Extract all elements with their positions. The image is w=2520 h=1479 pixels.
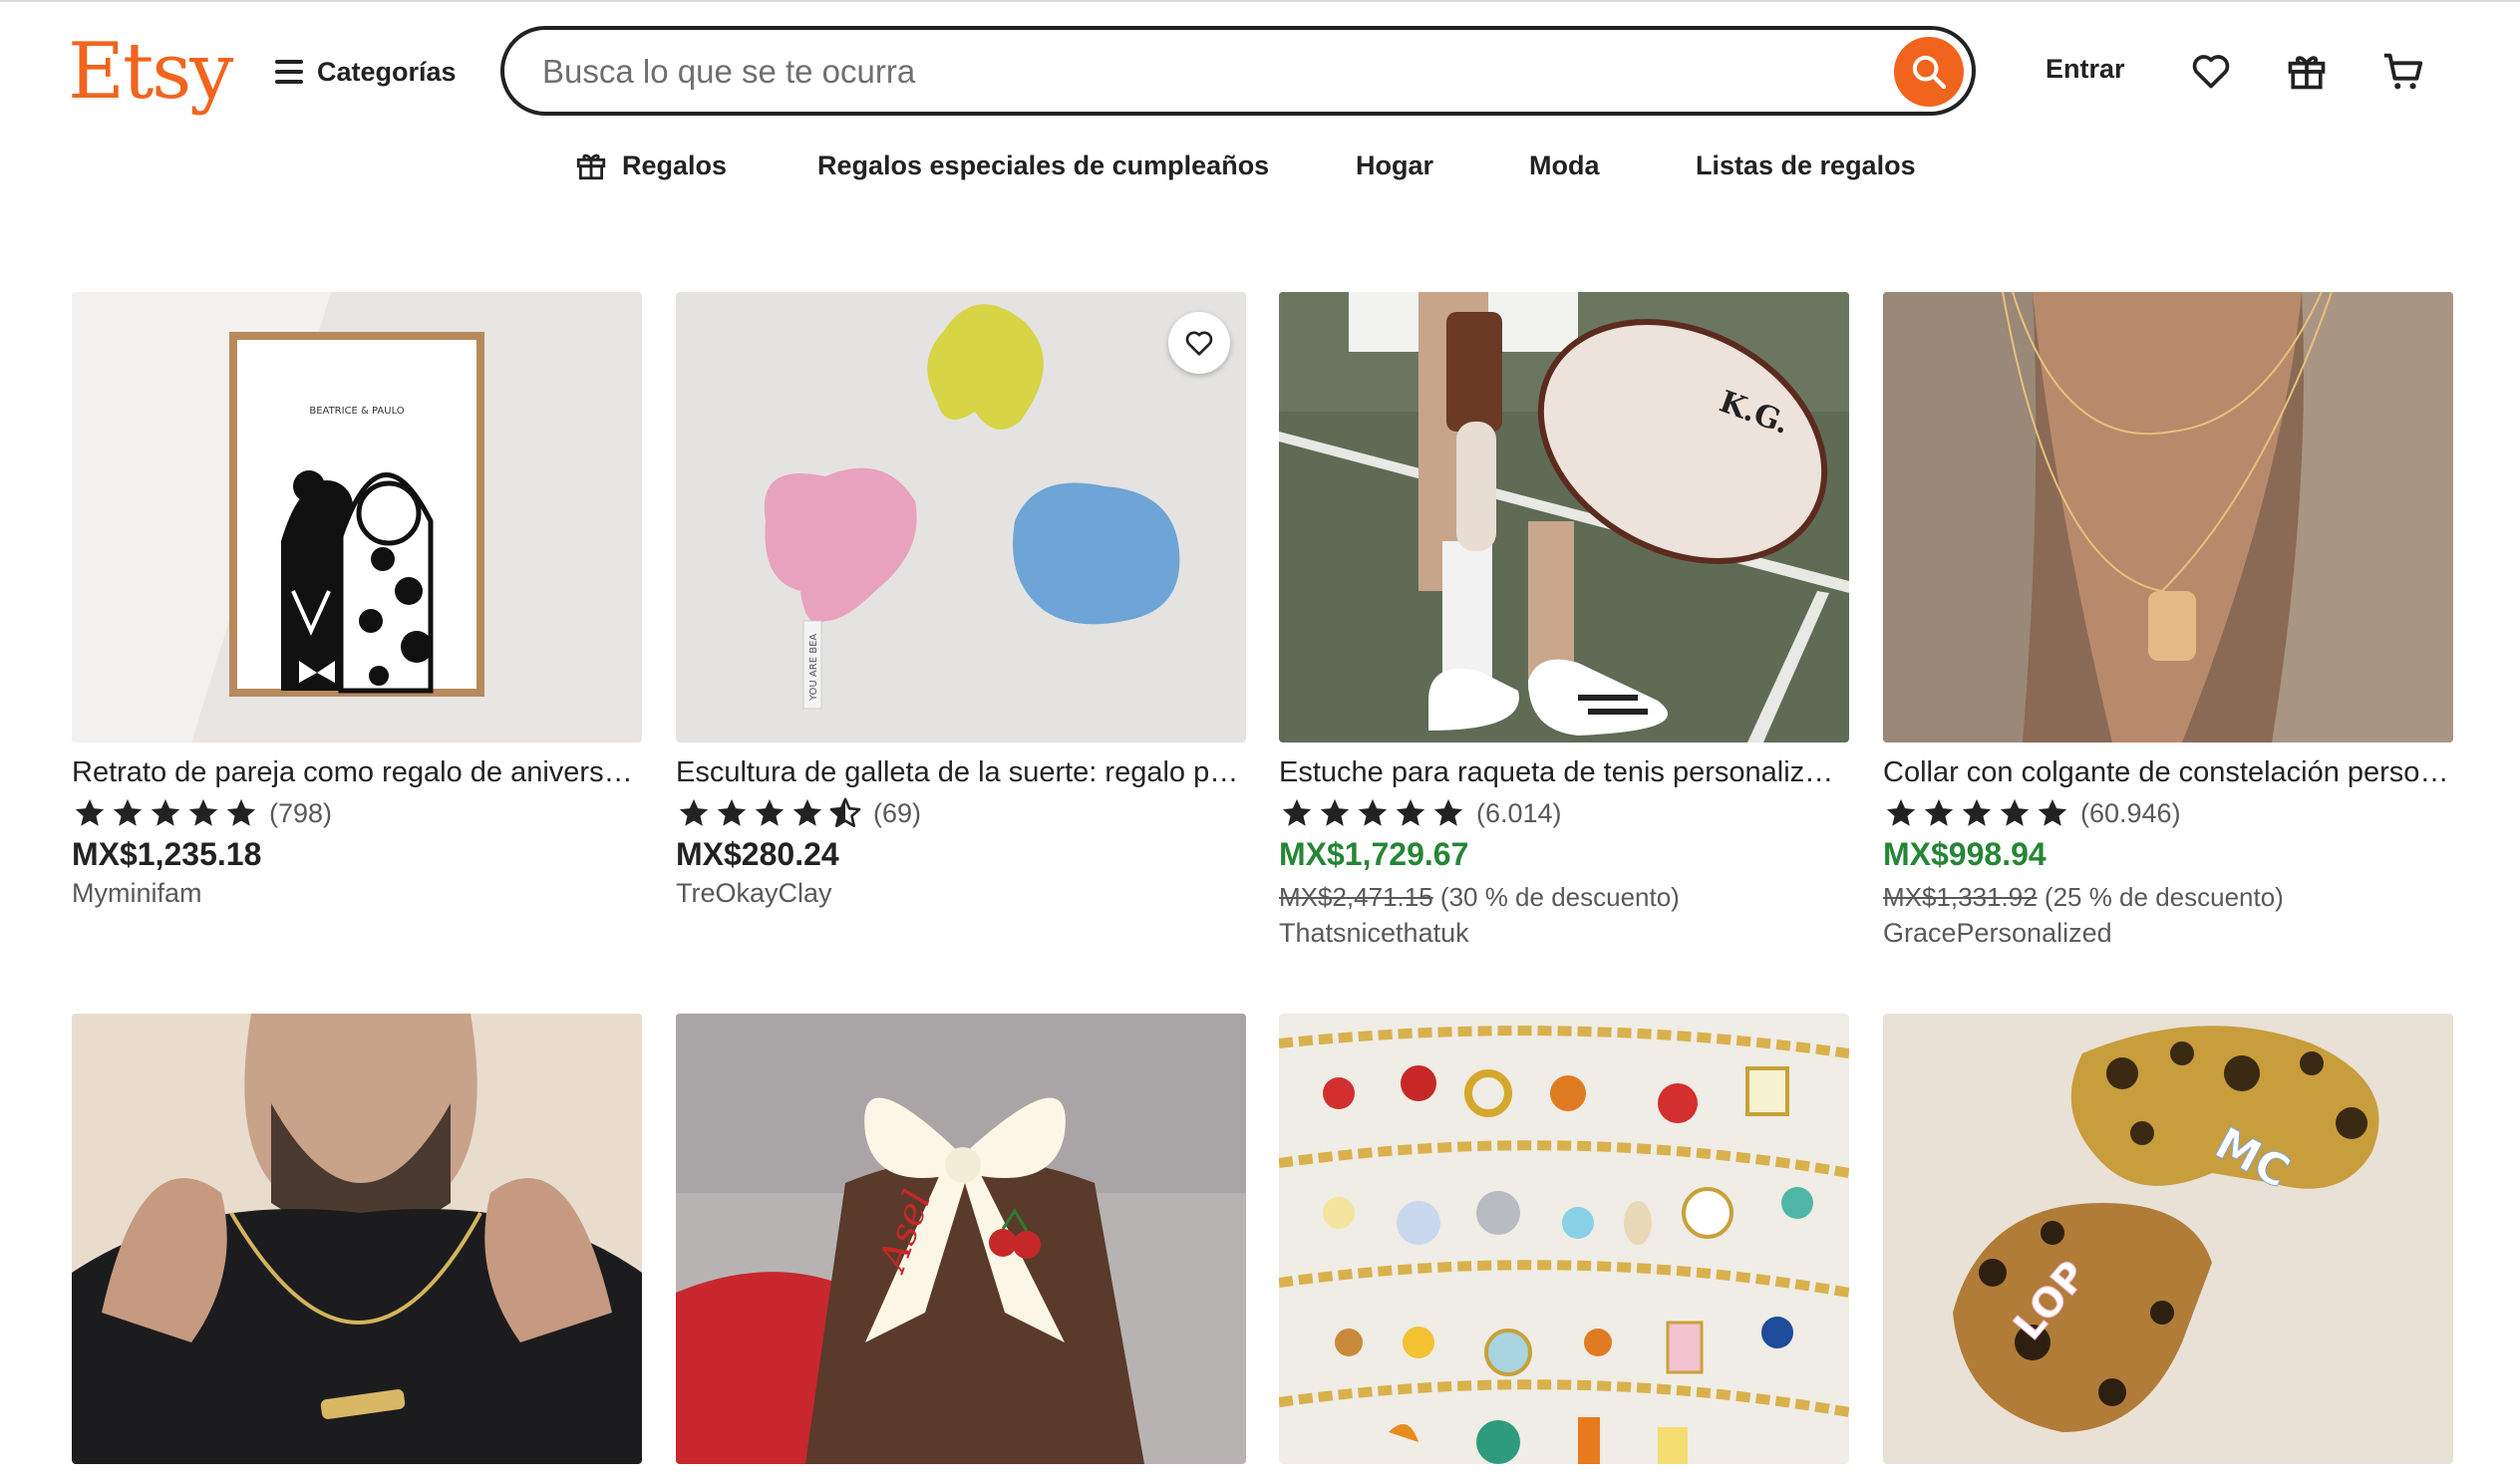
- rating-stars: [1279, 796, 1466, 830]
- rating-stars: [72, 796, 259, 830]
- discount-percent: (25 % de descuento): [2044, 882, 2284, 912]
- product-card[interactable]: [72, 1014, 642, 1464]
- star-icon: [1886, 798, 1916, 826]
- signin-link[interactable]: Entrar: [2046, 54, 2125, 85]
- product-rating: (69): [676, 796, 921, 830]
- discount-info: MX$2,471.15 (30 % de descuento): [1279, 882, 1680, 913]
- product-rating: (60.946): [1883, 796, 2181, 830]
- categories-label: Categorías: [317, 56, 457, 87]
- product-image[interactable]: K.G.: [1279, 292, 1849, 742]
- gift-icon: [574, 148, 608, 182]
- fortune-tag-text: YOU ARE BEA: [808, 634, 819, 702]
- menu-icon: [275, 60, 303, 84]
- heart-icon: [1185, 331, 1213, 356]
- review-count: (69): [873, 797, 922, 828]
- star-icon: [2038, 798, 2067, 826]
- shop-name[interactable]: TreOkayClay: [676, 878, 832, 909]
- star-icon: [1358, 798, 1388, 826]
- star-icon: [679, 798, 709, 826]
- product-image[interactable]: [1279, 1014, 1849, 1464]
- shop-name[interactable]: GracePersonalized: [1883, 918, 2112, 949]
- sale-price: MX$1,729.67: [1279, 836, 1469, 872]
- star-icon: [1282, 798, 1312, 826]
- review-count: (60.946): [2080, 797, 2181, 828]
- star-icon: [188, 798, 218, 826]
- product-image[interactable]: [72, 1014, 642, 1464]
- star-icon: [113, 798, 143, 826]
- product-title[interactable]: Escultura de galleta de la suerte: regal…: [676, 754, 1246, 790]
- product-card[interactable]: [1279, 1014, 1849, 1464]
- product-image[interactable]: MC LOP: [1883, 1014, 2453, 1464]
- product-title[interactable]: Estuche para raqueta de tenis personaliz…: [1279, 754, 1849, 790]
- subnav-birthday-gifts[interactable]: Regalos especiales de cumpleaños: [817, 148, 1269, 183]
- star-icon: [1396, 798, 1425, 826]
- product-title[interactable]: Collar con colgante de constelación pers…: [1883, 754, 2453, 790]
- star-icon: [75, 798, 105, 826]
- product-card[interactable]: MC LOP: [1883, 1014, 2453, 1464]
- product-rating: (798): [72, 796, 332, 830]
- review-count: (798): [269, 797, 333, 828]
- product-rating: (6.014): [1279, 796, 1562, 830]
- favorite-button[interactable]: [1168, 312, 1230, 374]
- search-button[interactable]: [1894, 37, 1964, 107]
- heart-icon: [2192, 55, 2230, 89]
- portrait-print-text: BEATRICE & PAULO: [309, 406, 404, 417]
- sale-price: MX$998.94: [1883, 836, 2047, 872]
- rating-stars: [1883, 796, 2070, 830]
- product-title[interactable]: Retrato de pareja como regalo de anivers…: [72, 754, 642, 790]
- product-image[interactable]: BEATRICE & PAULO: [72, 292, 642, 742]
- categories-button[interactable]: Categorías: [275, 50, 457, 94]
- original-price: MX$1,331.92: [1883, 882, 2038, 912]
- subnav-gifts-label: Regalos: [622, 149, 728, 180]
- cart-button[interactable]: [2378, 46, 2428, 96]
- shop-name[interactable]: Myminifam: [72, 878, 202, 909]
- search-input[interactable]: [540, 44, 1840, 100]
- search-bar: [500, 26, 1976, 116]
- star-icon: [1320, 798, 1350, 826]
- etsy-logo[interactable]: Etsy: [68, 22, 233, 122]
- gift-icon: [2288, 56, 2326, 90]
- star-icon: [1924, 798, 1954, 826]
- cart-icon: [2383, 53, 2423, 90]
- star-icon: [226, 798, 256, 826]
- search-icon: [1912, 55, 1947, 90]
- discount-info: MX$1,331.92 (25 % de descuento): [1883, 882, 2284, 913]
- shop-name[interactable]: Thatsnicethatuk: [1279, 918, 1469, 949]
- gift-button[interactable]: [2282, 46, 2332, 96]
- star-icon: [1433, 798, 1463, 826]
- subnav-fashion[interactable]: Moda: [1529, 148, 1600, 183]
- product-price: MX$1,235.18: [72, 836, 262, 872]
- star-icon: [717, 798, 747, 826]
- star-icon: [792, 798, 822, 826]
- rating-stars: [676, 796, 863, 830]
- discount-percent: (30 % de descuento): [1439, 882, 1680, 912]
- half-star-icon: [829, 797, 861, 828]
- review-count: (6.014): [1476, 797, 1562, 828]
- star-icon: [1962, 798, 1992, 826]
- product-card[interactable]: Asel: [676, 1014, 1246, 1464]
- star-icon: [755, 798, 785, 826]
- original-price: MX$2,471.15: [1279, 882, 1433, 912]
- favorites-button[interactable]: [2186, 46, 2236, 96]
- product-image[interactable]: [1883, 292, 2453, 742]
- subnav-gifts[interactable]: Regalos: [574, 148, 727, 183]
- top-border: [0, 0, 2520, 2]
- star-icon: [2000, 798, 2030, 826]
- subnav-gift-lists[interactable]: Listas de regalos: [1696, 148, 1916, 183]
- star-icon: [151, 798, 180, 826]
- subnav-home[interactable]: Hogar: [1356, 148, 1433, 183]
- product-image[interactable]: Asel: [676, 1014, 1246, 1464]
- product-price: MX$280.24: [676, 836, 839, 872]
- product-image[interactable]: YOU ARE BEA: [676, 292, 1246, 742]
